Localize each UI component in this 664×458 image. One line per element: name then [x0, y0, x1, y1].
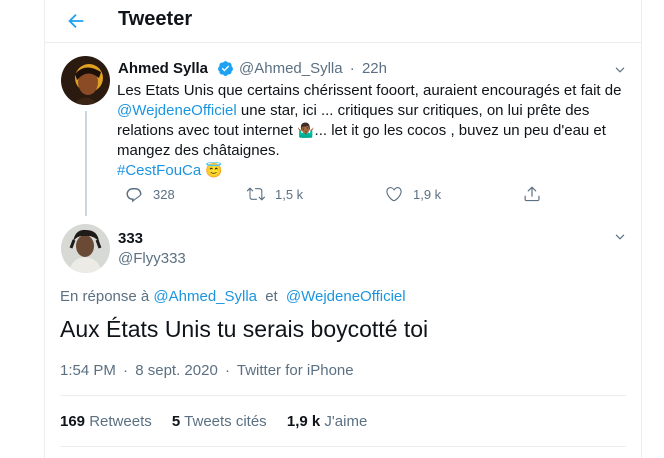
author-handle[interactable]: @Ahmed_Sylla · 22h [239, 60, 387, 77]
divider [60, 395, 626, 396]
tweet-text: Les Etats Unis que certains chérissent f… [117, 82, 622, 179]
hashtag-link[interactable]: #CestFouCa [117, 162, 201, 179]
reply-icon [126, 188, 142, 203]
retweet-count: 1,5 k [275, 186, 304, 202]
retweets-stat[interactable]: 169 Retweets [60, 413, 152, 430]
author-name[interactable]: Ahmed Sylla [118, 60, 208, 77]
divider [60, 446, 626, 447]
emoji-innocent: 😇 [205, 162, 223, 178]
reply-context: En réponse à @Ahmed_Sylla et @WejdeneOff… [60, 288, 406, 305]
like-count: 1,9 k [413, 186, 442, 202]
avatar-ahmed-sylla[interactable] [61, 56, 110, 105]
likes-stat[interactable]: 1,9 k J'aime [287, 413, 367, 430]
back-arrow-icon[interactable] [65, 10, 87, 32]
more-options-chevron-icon[interactable] [613, 230, 627, 244]
reply-button[interactable]: 328 [125, 183, 175, 205]
retweet-icon [247, 187, 265, 201]
emoji-shrug: 🤷🏾‍♂️ [297, 122, 315, 138]
retweet-button[interactable]: 1,5 k [247, 183, 303, 205]
tweet-time[interactable]: 1:54 PM [60, 362, 116, 379]
page-header: Tweeter [45, 0, 641, 43]
main-tweet-text: Aux États Unis tu serais boycotté toi [60, 316, 429, 342]
tweet-source[interactable]: Twitter for iPhone [237, 362, 354, 379]
tweet-action-bar: 328 1,5 k 1,9 k [117, 183, 637, 205]
quote-tweets-stat[interactable]: 5 Tweets cités [172, 413, 267, 430]
mention-link[interactable]: @WejdeneOfficiel [117, 102, 237, 119]
share-icon [524, 186, 540, 202]
mention-link[interactable]: @Ahmed_Sylla [153, 288, 257, 305]
tweet-metadata: 1:54 PM · 8 sept. 2020 · Twitter for iPh… [60, 362, 354, 379]
share-button[interactable] [523, 183, 541, 205]
author-handle[interactable]: @Flyy333 [118, 250, 186, 267]
avatar-flyy333[interactable] [61, 224, 110, 273]
mention-link[interactable]: @WejdeneOfficiel [286, 288, 406, 305]
tweet-timestamp: 22h [361, 60, 387, 77]
reply-count: 328 [153, 186, 175, 202]
tweet-stats: 169 Retweets 5 Tweets cités 1,9 k J'aime [60, 413, 383, 430]
heart-icon [386, 187, 402, 202]
more-options-chevron-icon[interactable] [613, 63, 627, 77]
tweet-detail-panel: Tweeter Ahmed Sylla @Ahmed_Sylla · 22h L… [44, 0, 642, 458]
page-title: Tweeter [118, 8, 193, 30]
verified-badge-icon [218, 61, 233, 76]
thread-connector-line [85, 111, 87, 216]
author-name[interactable]: 333 [118, 230, 143, 247]
like-button[interactable]: 1,9 k [385, 183, 441, 205]
tweet-date[interactable]: 8 sept. 2020 [135, 362, 218, 379]
